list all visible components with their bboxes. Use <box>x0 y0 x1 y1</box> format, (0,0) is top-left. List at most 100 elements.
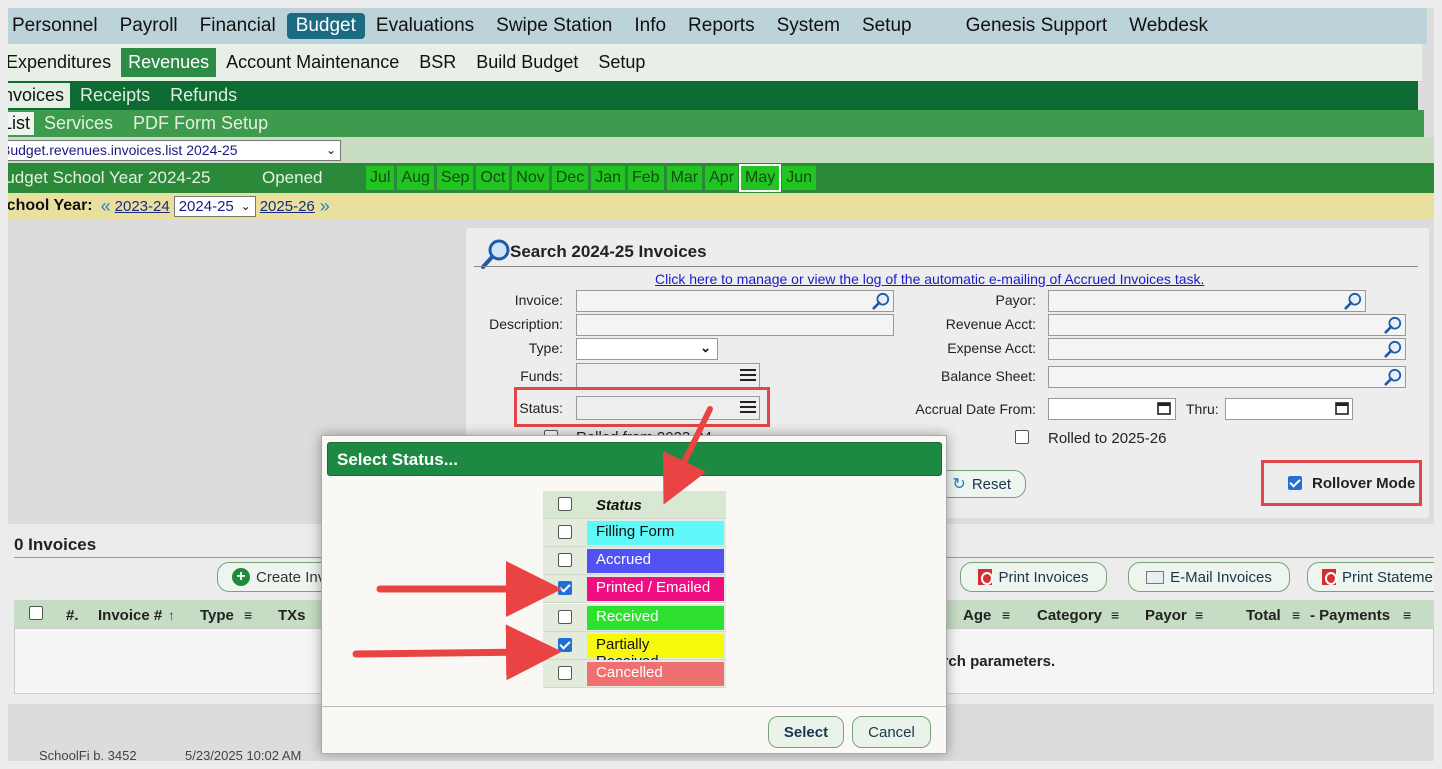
select-button[interactable]: Select <box>768 716 844 748</box>
nav-evaluations[interactable]: Evaluations <box>365 15 485 37</box>
nav-financial[interactable]: Financial <box>189 15 287 37</box>
description-field[interactable] <box>576 314 894 336</box>
tab-pdf-form-setup[interactable]: PDF Form Setup <box>123 113 278 134</box>
double-chevron-right-icon[interactable]: » <box>320 196 330 217</box>
subnav-bsr[interactable]: BSR <box>409 52 466 73</box>
subnav-setup[interactable]: Setup <box>588 52 655 73</box>
rolled-to-checkbox[interactable] <box>1015 430 1029 444</box>
calendar-icon[interactable] <box>1335 401 1349 415</box>
status-checkbox[interactable] <box>558 525 572 539</box>
tab-invoices[interactable]: Invoices <box>8 83 71 108</box>
nav-payroll[interactable]: Payroll <box>109 15 189 37</box>
col-invoice-num[interactable]: Invoice # <box>98 607 162 624</box>
invoice-field[interactable] <box>576 290 894 312</box>
nav-genesis-support[interactable]: Genesis Support <box>955 15 1119 37</box>
status-checkbox[interactable] <box>558 666 572 680</box>
status-row[interactable]: Accrued <box>543 547 726 576</box>
status-row[interactable]: Cancelled <box>543 660 726 688</box>
calendar-icon[interactable] <box>1157 401 1171 415</box>
col-type[interactable]: Type <box>200 607 234 624</box>
balance-sheet-field[interactable] <box>1048 366 1406 388</box>
invoice-label: Invoice: <box>514 292 563 308</box>
thru-field[interactable] <box>1225 398 1353 420</box>
nav-swipe-station[interactable]: Swipe Station <box>485 15 623 37</box>
payor-search-icon[interactable] <box>1344 292 1362 310</box>
status-row[interactable]: Filling Form <box>543 519 726 547</box>
nav-reports[interactable]: Reports <box>677 15 766 37</box>
month-dec[interactable]: Dec <box>551 166 589 190</box>
revenue-acct-field[interactable] <box>1048 314 1406 336</box>
month-jan[interactable]: Jan <box>591 166 625 190</box>
month-may[interactable]: May <box>739 164 782 192</box>
column-menu-icon[interactable]: ≡ <box>1292 607 1300 623</box>
select-all-status-checkbox[interactable] <box>558 497 572 511</box>
school-year-select[interactable]: 2024-25 ⌄ <box>173 195 256 217</box>
nav-setup[interactable]: Setup <box>851 15 923 37</box>
cancel-button[interactable]: Cancel <box>852 716 931 748</box>
tab-receipts[interactable]: Receipts <box>70 85 160 106</box>
month-jun[interactable]: Jun <box>782 166 817 190</box>
column-menu-icon[interactable]: ≡ <box>1195 607 1203 623</box>
nav-system[interactable]: System <box>766 15 851 37</box>
expense-acct-field[interactable] <box>1048 338 1406 360</box>
month-feb[interactable]: Feb <box>627 166 664 190</box>
month-jul[interactable]: Jul <box>366 166 395 190</box>
col-total[interactable]: Total <box>1246 607 1281 624</box>
col-num: #. <box>66 607 79 624</box>
reset-label: Reset <box>971 475 1011 493</box>
type-select[interactable]: ⌄ <box>576 338 718 360</box>
payor-field[interactable] <box>1048 290 1366 312</box>
auto-email-log-link[interactable]: Click here to manage or view the log of … <box>655 271 1204 287</box>
month-apr[interactable]: Apr <box>705 166 739 190</box>
subnav-build-budget[interactable]: Build Budget <box>466 52 588 73</box>
month-nov[interactable]: Nov <box>512 166 549 190</box>
email-invoices-button[interactable]: E-Mail Invoices <box>1128 562 1290 592</box>
prev-year-link[interactable]: 2023-24 <box>115 198 170 215</box>
status-checkbox[interactable] <box>558 581 572 596</box>
status-checkbox[interactable] <box>558 637 572 652</box>
tab-list[interactable]: List <box>8 112 35 135</box>
app-frame: Personnel Payroll Financial Budget Evalu… <box>8 8 1434 761</box>
revenue-acct-search-icon[interactable] <box>1384 316 1402 334</box>
expense-acct-search-icon[interactable] <box>1384 340 1402 358</box>
col-category[interactable]: Category <box>1037 607 1102 624</box>
invoice-search-icon[interactable] <box>872 292 890 310</box>
col-payor[interactable]: Payor <box>1145 607 1187 624</box>
screen-select[interactable]: Budget.revenues.invoices.list 2024-25 ⌄ <box>8 139 341 161</box>
subnav-account-maintenance[interactable]: Account Maintenance <box>216 52 409 73</box>
col-payments[interactable]: - Payments <box>1310 607 1390 624</box>
month-mar[interactable]: Mar <box>666 166 703 190</box>
column-menu-icon[interactable]: ≡ <box>1111 607 1119 623</box>
expense-acct-label: Expense Acct: <box>947 340 1036 356</box>
next-year-link[interactable]: 2025-26 <box>260 198 315 215</box>
nav-personnel[interactable]: Personnel <box>8 15 109 37</box>
status-checkbox[interactable] <box>558 553 572 568</box>
funds-field[interactable] <box>576 363 760 389</box>
nav-budget[interactable]: Budget <box>286 13 365 39</box>
month-aug[interactable]: Aug <box>397 166 434 190</box>
status-row[interactable]: Printed / Emailed <box>543 575 726 604</box>
balance-sheet-search-icon[interactable] <box>1384 368 1402 386</box>
tab-services[interactable]: Services <box>34 113 123 134</box>
month-oct[interactable]: Oct <box>476 166 510 190</box>
status-row[interactable]: Partially Received <box>543 631 726 670</box>
column-menu-icon[interactable]: ≡ <box>244 607 252 623</box>
status-checkbox[interactable] <box>558 609 572 624</box>
double-chevron-left-icon[interactable]: « <box>101 196 111 217</box>
funds-menu-icon[interactable] <box>740 369 756 381</box>
col-txs: TXs <box>278 607 306 624</box>
status-row[interactable]: Received <box>543 603 726 632</box>
subnav-revenues[interactable]: Revenues <box>121 48 217 77</box>
column-menu-icon[interactable]: ≡ <box>1002 607 1010 623</box>
select-all-checkbox[interactable] <box>29 606 43 620</box>
column-menu-icon[interactable]: ≡ <box>1403 607 1411 623</box>
nav-webdesk[interactable]: Webdesk <box>1118 15 1219 37</box>
print-invoices-button[interactable]: Print Invoices <box>960 562 1107 592</box>
month-sep[interactable]: Sep <box>436 166 474 190</box>
nav-info[interactable]: Info <box>623 15 677 37</box>
tab-refunds[interactable]: Refunds <box>160 85 247 106</box>
subnav-expenditures[interactable]: Expenditures <box>8 52 121 73</box>
col-age[interactable]: Age <box>963 607 991 624</box>
print-statements-button[interactable]: Print Statements <box>1307 562 1434 592</box>
sort-up-icon[interactable]: ↑ <box>168 607 175 623</box>
